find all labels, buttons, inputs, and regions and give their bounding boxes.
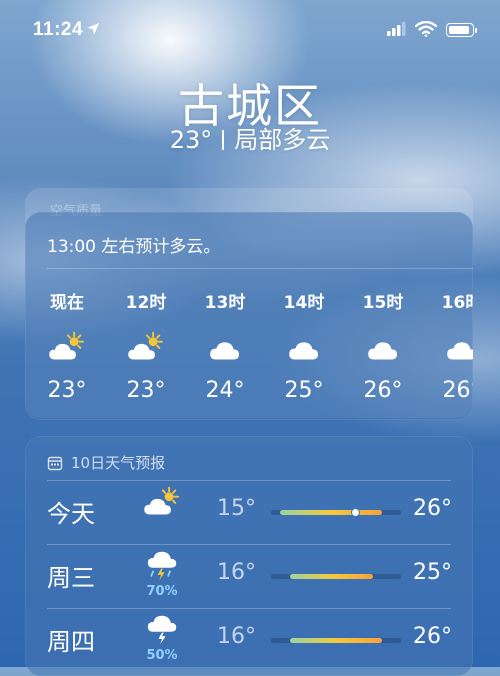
- temp-range-fill: [289, 638, 383, 643]
- calendar-icon: [47, 456, 63, 470]
- divider: [47, 268, 473, 269]
- hour-temp: 25°: [284, 378, 324, 403]
- precip-chance: 50%: [146, 648, 178, 663]
- hour-temp: 24°: [205, 378, 245, 403]
- hour-temp: 23°: [47, 378, 87, 403]
- hour-label: 现在: [50, 293, 84, 313]
- current-summary: 23° 局部多云: [0, 120, 500, 155]
- cloud-icon: [343, 322, 423, 372]
- temp-range-fill: [280, 510, 383, 515]
- temp-range-bar: [271, 574, 401, 579]
- daily-row[interactable]: 周三 70% 16° 25°: [25, 544, 473, 608]
- hour-label: 12时: [125, 293, 167, 313]
- thunderstorm-rain-icon: 70%: [137, 550, 187, 602]
- day-label: 周四: [47, 628, 95, 656]
- hour-item: 现在 23°: [27, 288, 107, 403]
- hour-temp: 26°: [442, 378, 474, 403]
- status-bar: 11:24: [0, 0, 500, 60]
- current-condition: 局部多云: [234, 126, 331, 154]
- ten-day-title: 10日天气预报: [71, 454, 166, 472]
- hour-temp: 23°: [126, 378, 166, 403]
- low-temp: 15°: [217, 496, 256, 521]
- low-temp: 16°: [217, 624, 256, 649]
- hourly-forecast-card[interactable]: 13:00 左右预计多云。 现在 23° 12时 23° 13时 24° 14时 25° 15时…: [25, 212, 473, 420]
- current-temp-marker: [350, 508, 360, 517]
- hour-item: 16时 26°: [422, 288, 473, 403]
- hourly-list[interactable]: 现在 23° 12时 23° 13时 24° 14时 25° 15时 26° 16时 26°: [25, 288, 473, 408]
- daily-row[interactable]: 周四 50% 16° 26°: [25, 608, 473, 672]
- thunderstorm-icon: 50%: [137, 614, 187, 666]
- daily-row[interactable]: 今天 15° 26°: [25, 480, 473, 544]
- partly-cloudy-sun-icon: [137, 486, 187, 538]
- divider: [47, 544, 451, 545]
- hourly-summary: 13:00 左右预计多云。: [47, 237, 221, 257]
- divider: [47, 608, 451, 609]
- cloud-icon: [422, 322, 473, 372]
- separator: [222, 130, 225, 150]
- temp-range-fill: [289, 574, 374, 579]
- temp-range-bar: [271, 508, 401, 517]
- high-temp: 26°: [413, 496, 452, 521]
- hour-temp: 26°: [363, 378, 403, 403]
- hour-item: 15时 26°: [343, 288, 423, 403]
- cellular-signal-icon: [387, 22, 406, 36]
- day-label: 今天: [47, 500, 95, 528]
- hour-item: 13时 24°: [185, 288, 265, 403]
- wifi-icon: [415, 21, 437, 37]
- hour-label: 14时: [283, 293, 325, 313]
- temp-range-bar: [271, 638, 401, 643]
- precip-chance: 70%: [146, 584, 178, 599]
- ten-day-header: 10日天气预报: [47, 452, 165, 473]
- location-arrow-icon: [87, 23, 99, 35]
- cloud-icon: [264, 322, 344, 372]
- hour-item: 14时 25°: [264, 288, 344, 403]
- hour-label: 13时: [204, 293, 246, 313]
- current-temp: 23°: [169, 126, 213, 154]
- status-time: 11:24: [33, 19, 84, 40]
- cloud-icon: [185, 322, 265, 372]
- day-label: 周三: [47, 564, 95, 592]
- hour-label: 16时: [441, 293, 473, 313]
- partly-cloudy-sun-icon: [106, 322, 186, 372]
- partly-cloudy-sun-icon: [27, 322, 107, 372]
- high-temp: 26°: [413, 624, 452, 649]
- hour-label: 15时: [362, 293, 404, 313]
- battery-icon: [446, 23, 477, 37]
- low-temp: 16°: [217, 560, 256, 585]
- ten-day-forecast-card[interactable]: 10日天气预报 今天 15° 26° 周三 70% 16° 25° 周四 50% 16° 26°: [25, 436, 473, 676]
- divider: [47, 480, 451, 481]
- high-temp: 25°: [413, 560, 452, 585]
- hour-item: 12时 23°: [106, 288, 186, 403]
